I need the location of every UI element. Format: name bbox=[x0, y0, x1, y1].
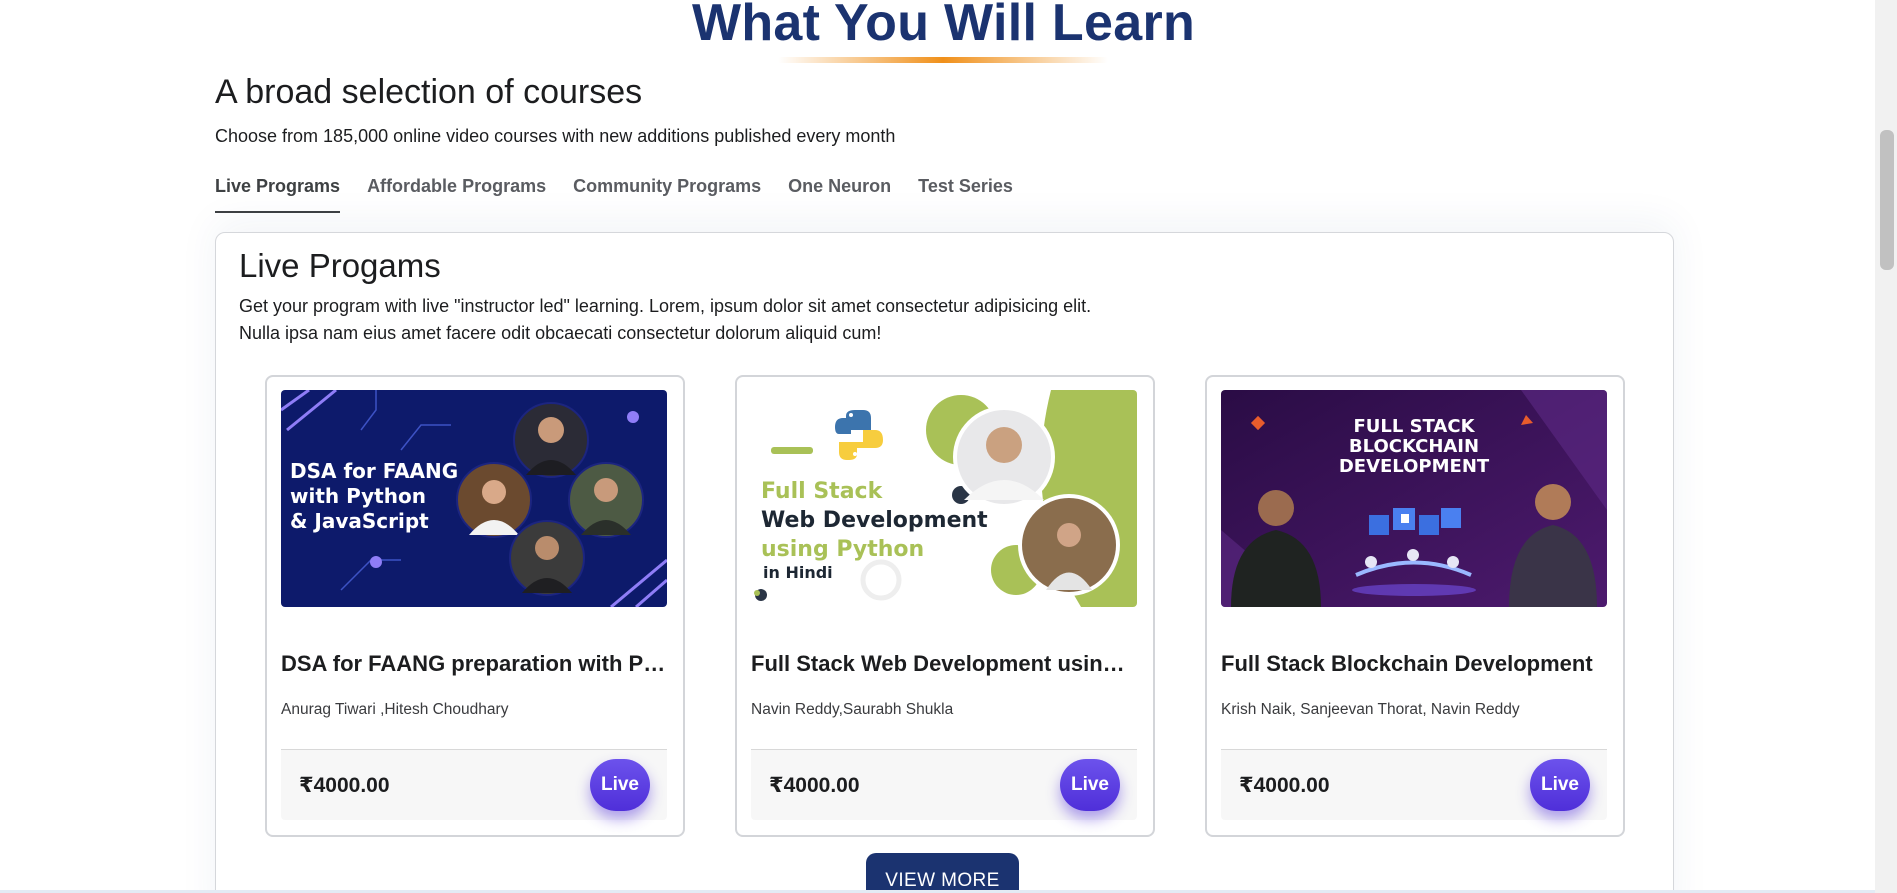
course-authors: Krish Naik, Sanjeevan Thorat, Navin Redd… bbox=[1221, 701, 1520, 718]
courses-heading: A broad selection of courses bbox=[215, 73, 643, 111]
course-thumbnail[interactable]: DSA for FAANG with Python & JavaScript bbox=[281, 390, 667, 607]
program-tabs: Live Programs Affordable Programs Commun… bbox=[215, 176, 1013, 213]
tab-test-series[interactable]: Test Series bbox=[918, 176, 1013, 213]
thumbnail-text: using Python bbox=[761, 537, 924, 562]
thumbnail-text: DEVELOPMENT bbox=[1339, 456, 1490, 477]
panel-title: Live Progams bbox=[239, 247, 441, 284]
scrollbar-thumb[interactable] bbox=[1880, 130, 1894, 270]
live-badge-button[interactable]: Live bbox=[1060, 759, 1120, 811]
tab-community-programs[interactable]: Community Programs bbox=[573, 176, 761, 213]
thumbnail-text: BLOCKCHAIN bbox=[1349, 436, 1479, 457]
thumbnail-text: FULL STACK bbox=[1353, 416, 1475, 437]
tab-one-neuron[interactable]: One Neuron bbox=[788, 176, 891, 213]
tab-live-programs[interactable]: Live Programs bbox=[215, 176, 341, 213]
thumbnail-text: in Hindi bbox=[763, 563, 833, 582]
thumbnail-text: Full Stack bbox=[761, 479, 884, 504]
courses-description: Choose from 185,000 online video courses… bbox=[215, 126, 896, 146]
course-authors: Navin Reddy,Saurabh Shukla bbox=[751, 701, 954, 718]
page: What You Will Learn A broad selection of… bbox=[0, 0, 1897, 893]
live-badge-button[interactable]: Live bbox=[1530, 759, 1590, 811]
course-price: ₹4000.00 bbox=[299, 774, 390, 797]
course-authors: Anurag Tiwari ,Hitesh Choudhary bbox=[281, 701, 509, 718]
course-title[interactable]: Full Stack Blockchain Development bbox=[1221, 651, 1607, 677]
course-card[interactable]: Full Stack Web Development using Python … bbox=[735, 375, 1155, 837]
course-thumbnail[interactable]: FULL STACK BLOCKCHAIN DEVELOPMENT bbox=[1221, 390, 1607, 607]
card-footer: ₹4000.00 Live bbox=[751, 749, 1137, 820]
thumbnail-text: DSA for FAANG bbox=[290, 459, 458, 483]
thumbnail-text: with Python bbox=[290, 484, 426, 508]
course-card[interactable]: DSA for FAANG with Python & JavaScript D… bbox=[265, 375, 685, 837]
live-programs-panel: Live Progams Get your program with live … bbox=[215, 232, 1674, 893]
card-footer: ₹4000.00 Live bbox=[281, 749, 667, 820]
course-price: ₹4000.00 bbox=[1239, 774, 1330, 797]
title-underline bbox=[778, 57, 1108, 63]
page-scrollbar[interactable] bbox=[1875, 0, 1897, 893]
course-thumbnail[interactable]: Full Stack Web Development using Python … bbox=[751, 390, 1137, 607]
course-card[interactable]: FULL STACK BLOCKCHAIN DEVELOPMENT Full S… bbox=[1205, 375, 1625, 837]
thumbnail-text: Web Development bbox=[761, 508, 988, 533]
thumbnail-text: & JavaScript bbox=[290, 509, 429, 533]
panel-description: Get your program with live "instructor l… bbox=[239, 293, 1139, 347]
card-footer: ₹4000.00 Live bbox=[1221, 749, 1607, 820]
view-more-button[interactable]: VIEW MORE bbox=[866, 853, 1019, 893]
panel-description-line-2: Nulla ipsa nam eius amet facere odit obc… bbox=[239, 323, 882, 343]
course-title[interactable]: Full Stack Web Development using Python … bbox=[751, 651, 1137, 677]
course-price: ₹4000.00 bbox=[769, 774, 860, 797]
tab-affordable-programs[interactable]: Affordable Programs bbox=[367, 176, 546, 213]
course-title[interactable]: DSA for FAANG preparation with Python & … bbox=[281, 651, 667, 677]
section-title: What You Will Learn bbox=[691, 0, 1196, 52]
live-badge-button[interactable]: Live bbox=[590, 759, 650, 811]
panel-description-line-1: Get your program with live "instructor l… bbox=[239, 296, 1092, 316]
